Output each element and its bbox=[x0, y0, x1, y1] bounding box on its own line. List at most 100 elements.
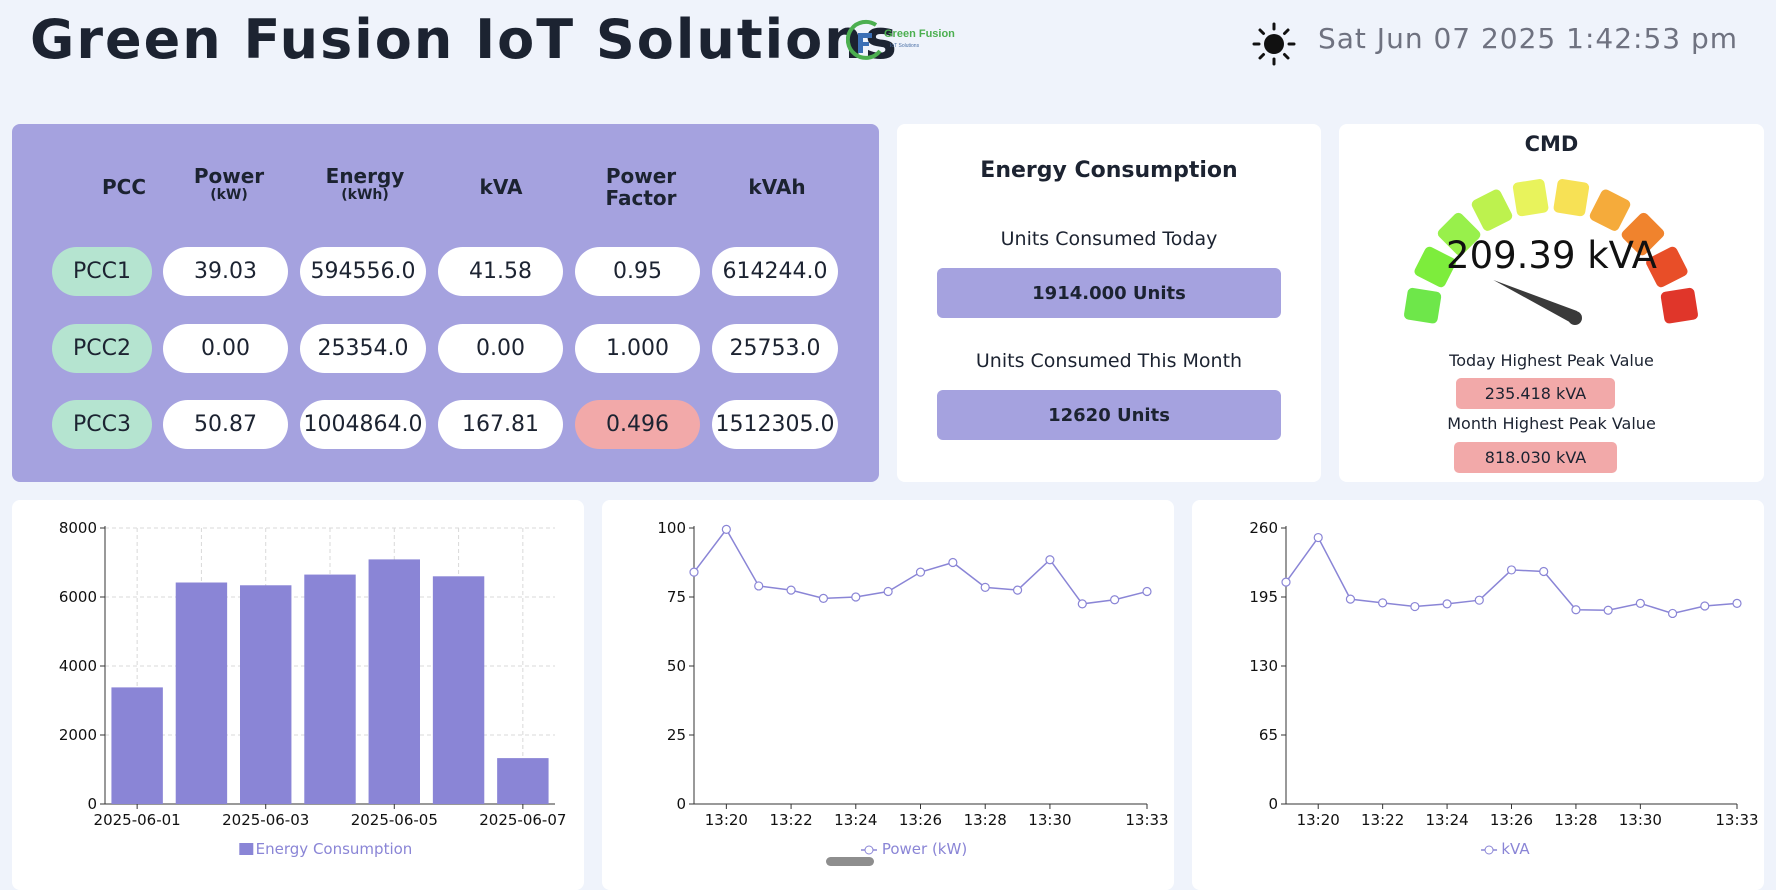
bar bbox=[175, 582, 228, 804]
data-point bbox=[1045, 555, 1055, 565]
data-point bbox=[721, 524, 731, 534]
x-tick-label: 13:24 bbox=[834, 811, 877, 829]
today-peak-label: Today Highest Peak Value bbox=[1449, 351, 1654, 370]
power-cell: 0.00 bbox=[163, 324, 288, 373]
pcc-name-cell[interactable]: PCC1 bbox=[52, 247, 152, 296]
x-tick-label: 13:22 bbox=[769, 811, 812, 829]
x-tick-label: 13:20 bbox=[1297, 811, 1340, 829]
sun-icon bbox=[1252, 22, 1296, 66]
kva-cell: 167.81 bbox=[438, 400, 563, 449]
horizontal-scrollbar-thumb[interactable] bbox=[826, 857, 874, 866]
legend-swatch bbox=[239, 843, 254, 855]
bar bbox=[304, 574, 356, 804]
x-tick-label: 2025-06-07 bbox=[479, 811, 566, 829]
logo-text: Green Fusion bbox=[884, 28, 955, 40]
power-cell: 39.03 bbox=[163, 247, 288, 296]
y-tick-label: 25 bbox=[667, 726, 686, 744]
x-tick-label: 13:33 bbox=[1125, 811, 1168, 829]
data-point bbox=[1012, 585, 1023, 595]
data-point bbox=[1142, 586, 1152, 597]
units-month-value: 12620 Units bbox=[937, 390, 1281, 440]
data-point bbox=[689, 567, 699, 577]
logo-subtext: IoT Solutions bbox=[890, 43, 920, 49]
y-tick-label: 65 bbox=[1259, 726, 1278, 744]
kvah-cell: 614244.0 bbox=[712, 247, 838, 296]
legend-swatch-point bbox=[864, 845, 874, 855]
header-kva: kVA bbox=[479, 175, 523, 199]
header-power: Power (kW) bbox=[193, 164, 265, 203]
data-point bbox=[754, 581, 764, 591]
y-tick-label: 4000 bbox=[59, 657, 97, 675]
x-tick-label: 13:30 bbox=[1028, 811, 1071, 829]
gauge-needle bbox=[1493, 280, 1577, 325]
theme-toggle-button[interactable] bbox=[1252, 22, 1296, 66]
x-tick-label: 13:28 bbox=[964, 811, 1007, 829]
data-point bbox=[1281, 577, 1291, 587]
x-tick-label: 2025-06-05 bbox=[351, 811, 438, 829]
data-point bbox=[786, 585, 796, 595]
data-point bbox=[1378, 598, 1388, 608]
kvah-cell: 1512305.0 bbox=[712, 400, 838, 449]
pcc-name-cell[interactable]: PCC2 bbox=[52, 324, 152, 373]
cmd-gauge-card: CMD 209.39 kVA Today Highest Peak Value … bbox=[1339, 124, 1764, 482]
y-tick-label: 100 bbox=[657, 519, 686, 537]
data-point bbox=[818, 593, 829, 603]
y-tick-label: 195 bbox=[1249, 588, 1278, 606]
legend-label: Power (kW) bbox=[882, 840, 967, 858]
data-point bbox=[1313, 532, 1323, 543]
units-today-value: 1914.000 Units bbox=[937, 268, 1281, 318]
energy-bar-chart: 020004000600080002025-06-01 2025-06-03 202… bbox=[59, 519, 567, 858]
header-kvah: kVAh bbox=[748, 175, 806, 199]
data-point bbox=[883, 586, 893, 597]
cmd-gauge-value: 209.39 kVA bbox=[1446, 234, 1657, 277]
series-line bbox=[693, 528, 1148, 605]
data-point bbox=[915, 567, 926, 577]
units-today-label: Units Consumed Today bbox=[1000, 228, 1218, 250]
current-datetime: Sat Jun 07 2025 1:42:53 pm bbox=[1318, 22, 1739, 55]
data-point bbox=[948, 557, 958, 568]
data-point bbox=[1732, 598, 1742, 608]
data-point bbox=[1635, 598, 1645, 608]
energy-cell: 1004864.0 bbox=[300, 400, 426, 449]
gauge-segment bbox=[1404, 287, 1442, 324]
y-tick-label: 50 bbox=[667, 657, 686, 675]
x-tick-label: 13:30 bbox=[1619, 811, 1662, 829]
data-point bbox=[1442, 599, 1452, 609]
x-tick-label: 13:26 bbox=[899, 811, 942, 829]
kva-line-chart: 0 65 130 195 260 13:20 13:22 13:24 13:26 13:28 13:… bbox=[1249, 519, 1758, 858]
energy-consumption-card: Energy Consumption Units Consumed Today … bbox=[897, 124, 1321, 482]
bar bbox=[497, 758, 549, 804]
data-point bbox=[1474, 595, 1484, 605]
y-tick-label: 2000 bbox=[59, 726, 97, 744]
kva-cell: 0.00 bbox=[438, 324, 563, 373]
kva-line-chart-card: 0 65 130 195 260 13:20 13:22 13:24 13:26 13:28 13:… bbox=[1192, 500, 1764, 890]
power-line-chart-card: 0 25 50 75 100 13:20 13:22 13:24 13:26 13:28 13:30… bbox=[602, 500, 1174, 890]
y-tick-label: 6000 bbox=[59, 588, 97, 606]
gauge-segment bbox=[1553, 179, 1590, 217]
power-factor-cell: 0.95 bbox=[575, 247, 700, 296]
x-tick-label: 13:22 bbox=[1361, 811, 1404, 829]
power-cell: 50.87 bbox=[163, 400, 288, 449]
legend-label: Energy Consumption bbox=[256, 840, 413, 858]
x-tick-label: 2025-06-01 bbox=[94, 811, 181, 829]
data-point bbox=[851, 592, 861, 602]
data-point bbox=[1345, 594, 1356, 604]
legend-label: kVA bbox=[1501, 840, 1530, 858]
y-tick-label: 130 bbox=[1249, 657, 1278, 675]
x-tick-label: 13:24 bbox=[1425, 811, 1468, 829]
power-factor-cell: 1.000 bbox=[575, 324, 700, 373]
bar bbox=[240, 585, 292, 804]
y-tick-label: 8000 bbox=[59, 519, 97, 537]
kvah-cell: 25753.0 bbox=[712, 324, 838, 373]
gauge-segment bbox=[1512, 179, 1549, 217]
data-point bbox=[1667, 608, 1678, 619]
header: Green Fusion IoT Solutions Green Fusion … bbox=[0, 0, 1776, 100]
x-tick-label: 13:26 bbox=[1490, 811, 1533, 829]
data-point bbox=[1571, 605, 1581, 615]
x-tick-label: 2025-06-03 bbox=[222, 811, 309, 829]
pcc-name-cell[interactable]: PCC3 bbox=[52, 400, 152, 449]
y-tick-label: 75 bbox=[667, 588, 686, 606]
energy-cell: 594556.0 bbox=[300, 247, 426, 296]
gauge-segment bbox=[1660, 287, 1698, 324]
month-peak-value: 818.030 kVA bbox=[1454, 442, 1617, 473]
